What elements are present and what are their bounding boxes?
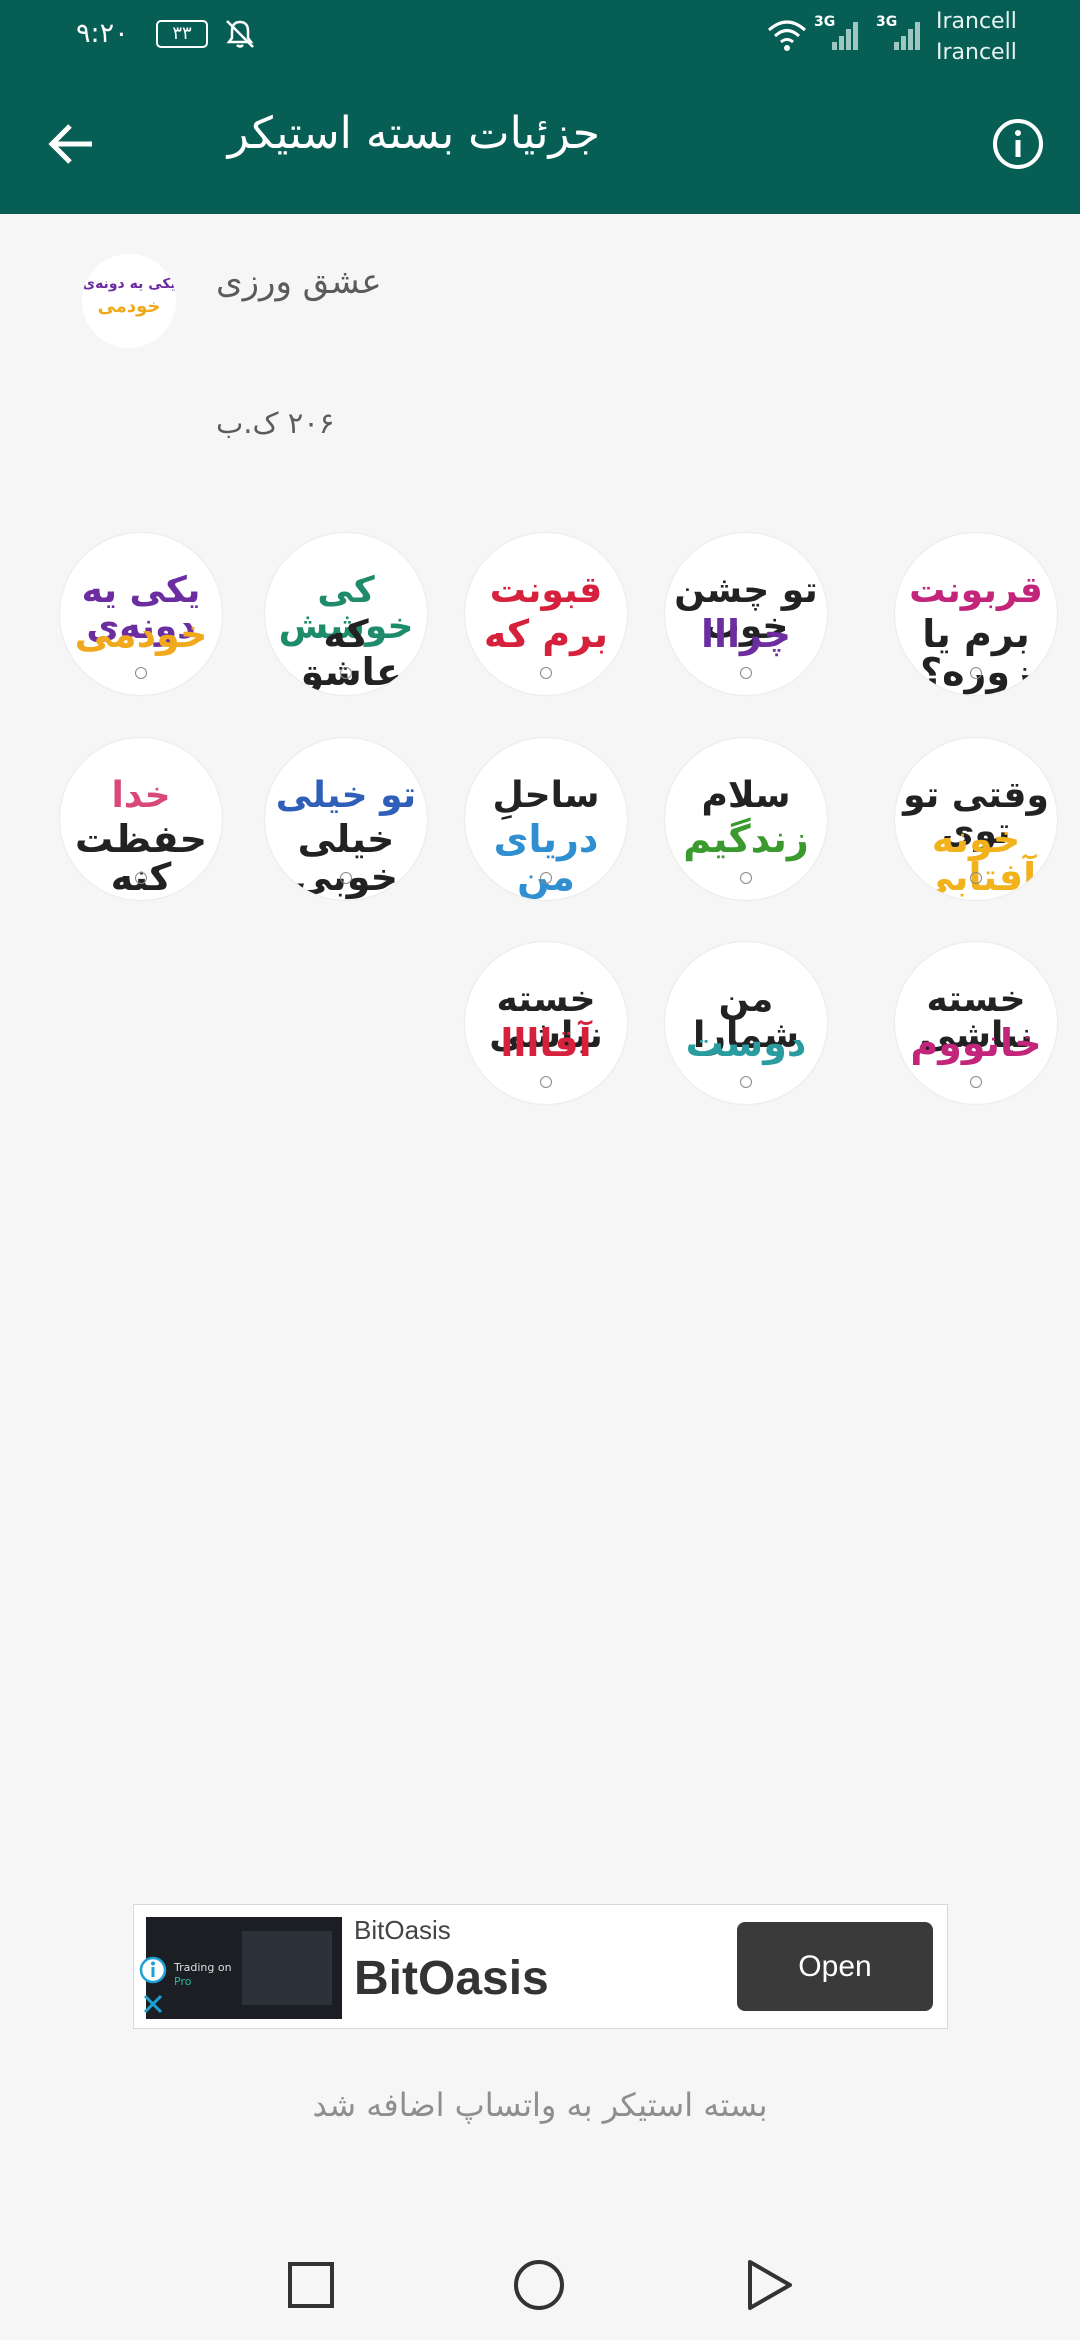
ad-thumbnail-line: Trading on	[174, 1961, 232, 1974]
arrow-left-icon[interactable]	[40, 112, 104, 176]
pack-icon-text: یکی یه دونه‌ی	[82, 276, 176, 292]
pack-size: ۲۰۶ ک.ب	[216, 406, 335, 440]
sticker-text: خونه آفتابی میش	[915, 817, 1037, 900]
carrier-label: Irancell	[936, 40, 1017, 65]
carrier-names: Irancell Irancell	[936, 6, 1017, 68]
added-status-text: بسته استیکر به واتساپ اضافه شد	[312, 2086, 768, 2124]
ad-banner[interactable]: Trading on Pro BitOasis BitOasis Open	[133, 1904, 948, 2029]
ad-thumbnail-screen	[242, 1931, 332, 2005]
signal-icon: 3G	[814, 14, 862, 54]
pack-name: عشق ورزی	[216, 262, 382, 302]
sticker-text: خدا	[111, 775, 171, 816]
sticker[interactable]: یکی یه دونه‌ی خودمی	[60, 533, 222, 695]
sticker-text: قربونت	[909, 570, 1043, 611]
sticker-text: سلام	[701, 775, 791, 816]
sticker[interactable]: من شمارا دوست	[665, 942, 827, 1104]
back-icon[interactable]	[736, 2252, 802, 2318]
sticker-watermark-icon	[135, 872, 147, 884]
recent-apps-icon[interactable]	[278, 2252, 344, 2318]
ad-headline: BitOasis	[354, 1952, 549, 2005]
sticker-text: قبونت	[489, 570, 603, 611]
wifi-icon	[768, 20, 806, 51]
carrier-label: Irancell	[936, 9, 1017, 34]
sticker[interactable]: خسته نباشی آقاااا	[465, 942, 627, 1104]
sticker-text: تو خیلی	[275, 775, 417, 816]
status-bar: ۹:۲۰ ۳۳ 3G 3G Irancell Irancell	[0, 0, 1080, 72]
sticker-text: برم یا زوره؟	[920, 612, 1032, 694]
status-time: ۹:۲۰	[76, 18, 129, 49]
sticker-text: که عاشق شدم؟	[290, 612, 402, 695]
sticker[interactable]: ساحلِ دریای من	[465, 738, 627, 900]
sticker-text: دوست	[685, 1021, 807, 1065]
sticker[interactable]: قبونت برم که	[465, 533, 627, 695]
sticker-watermark-icon	[970, 1076, 982, 1088]
sticker-text: خودمی	[74, 612, 208, 656]
sticker[interactable]: تو خیلی خیلی خوبی	[265, 738, 427, 900]
sticker[interactable]: خسته نباشی خانووم	[895, 942, 1057, 1104]
sticker-text: ساحلِ	[492, 775, 600, 816]
ad-choices-icon[interactable]	[138, 1955, 168, 1985]
navigation-bar	[0, 2230, 1080, 2340]
top-bar: ۹:۲۰ ۳۳ 3G 3G Irancell Irancell جزئیات ب…	[0, 0, 1080, 214]
sticker-watermark-icon	[340, 667, 352, 679]
sticker-watermark-icon	[135, 667, 147, 679]
sticker-watermark-icon	[340, 872, 352, 884]
info-circle-icon[interactable]	[990, 116, 1046, 172]
sticker-text: حفظت کنه واسم	[75, 817, 207, 900]
sticker-watermark-icon	[970, 872, 982, 884]
sticker-text: خانووم	[910, 1021, 1042, 1065]
sticker-watermark-icon	[540, 667, 552, 679]
sticker-text: چرااا	[700, 612, 792, 656]
sticker[interactable]: خداحفظت کنه واسم	[60, 738, 222, 900]
sticker-text: زندگیم	[683, 817, 809, 861]
ad-open-button[interactable]: Open	[737, 1922, 933, 2011]
sticker-text: آقاااا	[500, 1021, 592, 1065]
ad-advertiser: BitOasis	[354, 1915, 451, 1945]
sticker-text: دریای من	[493, 817, 599, 899]
close-icon[interactable]	[142, 1993, 164, 2015]
battery-indicator: ۳۳	[156, 20, 208, 48]
sticker-watermark-icon	[540, 1076, 552, 1088]
muted-bell-icon	[226, 20, 254, 48]
ad-thumbnail-line: Pro	[174, 1975, 192, 1988]
app-bar: جزئیات بسته استیکر	[0, 72, 1080, 214]
pack-tray-icon: یکی یه دونه‌ی خودمی	[82, 254, 176, 348]
page-title: جزئیات بسته استیکر	[227, 108, 600, 159]
sticker-watermark-icon	[740, 872, 752, 884]
ad-thumbnail-text: Trading on Pro	[174, 1961, 232, 1989]
sticker-watermark-icon	[540, 872, 552, 884]
sticker-text: برم که	[483, 612, 609, 656]
pack-icon-text: خودمی	[97, 296, 161, 317]
home-icon[interactable]	[506, 2252, 572, 2318]
sticker-watermark-icon	[740, 1076, 752, 1088]
ad-thumbnail: Trading on Pro	[146, 1917, 342, 2019]
sticker-text: خیلی خوبی	[294, 817, 398, 899]
sticker[interactable]: کی خوششکه عاشق شدم؟	[265, 533, 427, 695]
sticker[interactable]: وقتی تو تویخونه آفتابی میش	[895, 738, 1057, 900]
signal-icon: 3G	[876, 14, 924, 54]
sticker[interactable]: قربونت برم یا زوره؟	[895, 533, 1057, 695]
sticker[interactable]: سلام زندگیم	[665, 738, 827, 900]
sticker-watermark-icon	[740, 667, 752, 679]
sticker-watermark-icon	[970, 667, 982, 679]
sticker[interactable]: تو چشن خوب چرااا	[665, 533, 827, 695]
